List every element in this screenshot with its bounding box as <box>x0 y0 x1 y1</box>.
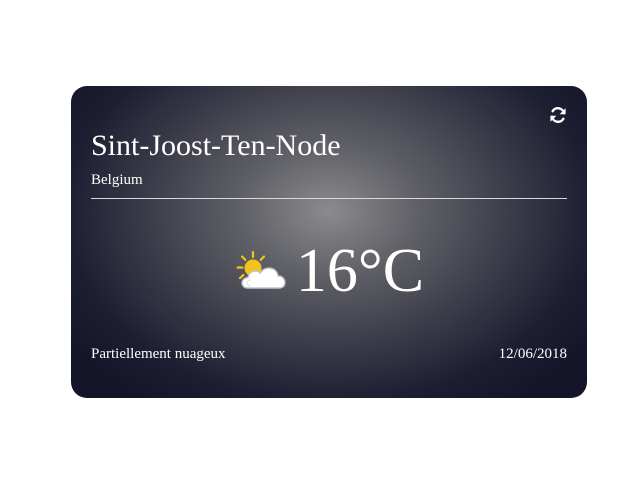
current-weather: 16°C <box>71 236 587 306</box>
refresh-icon[interactable] <box>549 106 567 124</box>
divider <box>91 198 567 199</box>
weather-card: Sint-Joost-Ten-Node Belgium 16°C Partiel… <box>71 86 587 398</box>
country-name: Belgium <box>91 172 143 188</box>
page: Sint-Joost-Ten-Node Belgium 16°C Partiel… <box>0 0 640 480</box>
temperature: 16°C <box>295 237 425 305</box>
city-name: Sint-Joost-Ten-Node <box>91 129 341 162</box>
weather-date: 12/06/2018 <box>498 346 567 362</box>
weather-description: Partiellement nuageux <box>91 346 226 362</box>
partly-cloudy-icon <box>234 250 292 294</box>
